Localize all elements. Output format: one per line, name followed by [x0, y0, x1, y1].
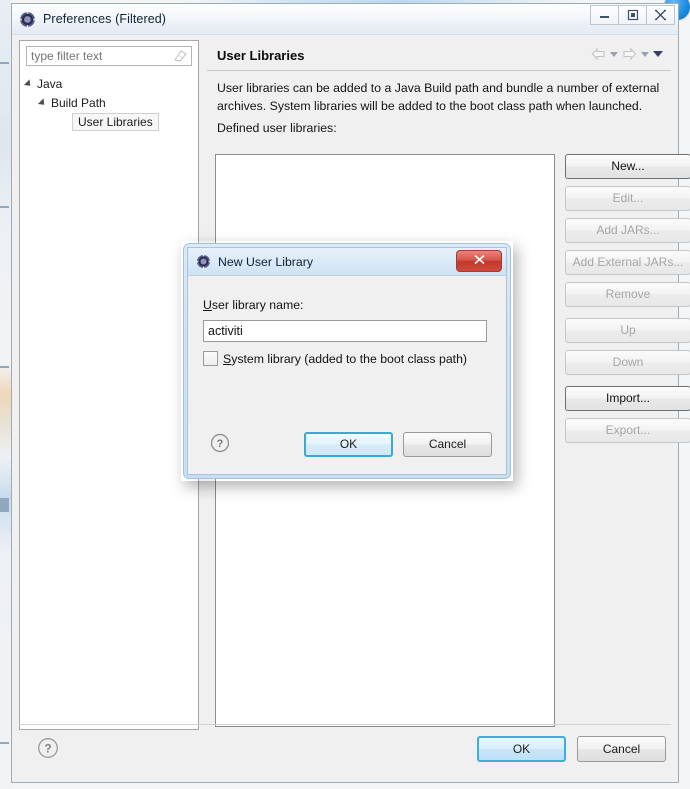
dialog-title: New User Library — [218, 254, 313, 269]
page-navigation — [591, 47, 663, 61]
add-external-jars-button[interactable]: Add External JARs... — [565, 250, 690, 275]
page-header: User Libraries — [207, 40, 671, 71]
page-description: User libraries can be added to a Java Bu… — [217, 81, 660, 113]
down-button[interactable]: Down — [565, 350, 690, 375]
dialog-cancel-button[interactable]: Cancel — [403, 432, 492, 457]
arrow-left-icon[interactable] — [591, 47, 606, 61]
maximize-button[interactable] — [618, 5, 647, 25]
up-button[interactable]: Up — [565, 318, 690, 343]
new-user-library-dialog: New User Library User library name: Syst… — [183, 243, 511, 479]
dialog-action-buttons: OK Cancel — [477, 736, 666, 762]
defined-libraries-label: Defined user libraries: — [217, 121, 337, 135]
bg-marker — [0, 62, 9, 64]
dialog-content: User library name: System library (added… — [188, 276, 506, 474]
window-footer: ? OK Cancel — [19, 724, 671, 775]
eraser-icon[interactable] — [172, 48, 189, 64]
preferences-tree-pane: Java Build Path User Libraries — [19, 40, 199, 730]
dialog-titlebar: New User Library — [188, 248, 506, 276]
twisty-expanded-icon[interactable] — [37, 97, 48, 108]
svg-text:?: ? — [44, 742, 51, 756]
label-rest: ystem library (added to the boot class p… — [231, 351, 468, 366]
mnemonic-letter: S — [223, 351, 232, 366]
bg-marker — [0, 742, 9, 744]
page-title: User Libraries — [217, 47, 305, 63]
library-actions: New... Edit... Add JARs... Add External … — [565, 154, 690, 450]
label-rest: ser library name: — [211, 298, 304, 312]
tree-item-label: Java — [37, 76, 63, 91]
system-library-checkbox[interactable] — [203, 351, 218, 366]
cancel-button[interactable]: Cancel — [577, 736, 666, 762]
window-title: Preferences (Filtered) — [43, 12, 167, 26]
tree-item-label: Build Path — [51, 95, 106, 110]
chevron-down-icon[interactable] — [641, 51, 649, 57]
tree-item-java[interactable]: Java — [20, 74, 198, 93]
tree-item-user-libraries[interactable]: User Libraries — [20, 112, 198, 131]
bg-marker — [0, 498, 9, 512]
user-library-name-input[interactable] — [203, 320, 487, 342]
chevron-down-icon[interactable] — [610, 51, 618, 57]
search-input[interactable] — [26, 46, 192, 66]
window-controls — [590, 5, 675, 25]
eclipse-gear-icon — [19, 10, 36, 28]
window-titlebar: Preferences (Filtered) — [12, 4, 678, 35]
tree-item-build-path[interactable]: Build Path — [20, 93, 198, 112]
new-button[interactable]: New... — [565, 154, 690, 179]
twisty-expanded-icon[interactable] — [23, 78, 34, 89]
dialog-ok-button[interactable]: OK — [304, 432, 393, 457]
system-library-label: System library (added to the boot class … — [223, 352, 467, 366]
help-question-icon[interactable]: ? — [210, 433, 230, 453]
view-menu-chevron-down-icon[interactable] — [653, 51, 663, 57]
preferences-tree: Java Build Path User Libraries — [20, 74, 198, 131]
dialog-footer: ? OK Cancel — [188, 416, 506, 474]
edit-button[interactable]: Edit... — [565, 186, 690, 211]
mnemonic-letter: U — [203, 298, 212, 312]
bg-marker — [0, 366, 9, 368]
dialog-action-buttons: OK Cancel — [304, 432, 492, 457]
minimize-button[interactable] — [590, 5, 619, 25]
help-question-icon[interactable]: ? — [37, 737, 59, 759]
filter-field-wrapper — [26, 46, 192, 66]
add-jars-button[interactable]: Add JARs... — [565, 218, 690, 243]
tree-item-label: User Libraries — [72, 112, 159, 131]
user-library-name-label: User library name: — [203, 298, 506, 312]
export-button[interactable]: Export... — [565, 418, 690, 443]
ok-button[interactable]: OK — [477, 736, 566, 762]
arrow-right-icon[interactable] — [622, 47, 637, 61]
svg-text:?: ? — [217, 438, 224, 450]
eclipse-gear-icon — [196, 254, 211, 269]
system-library-checkbox-row[interactable]: System library (added to the boot class … — [203, 351, 506, 366]
import-button[interactable]: Import... — [565, 386, 690, 411]
dialog-close-button[interactable] — [456, 250, 502, 272]
dialog-frame: New User Library User library name: Syst… — [187, 247, 507, 475]
close-button[interactable] — [646, 5, 675, 25]
remove-button[interactable]: Remove — [565, 282, 690, 307]
bg-marker — [0, 206, 9, 208]
